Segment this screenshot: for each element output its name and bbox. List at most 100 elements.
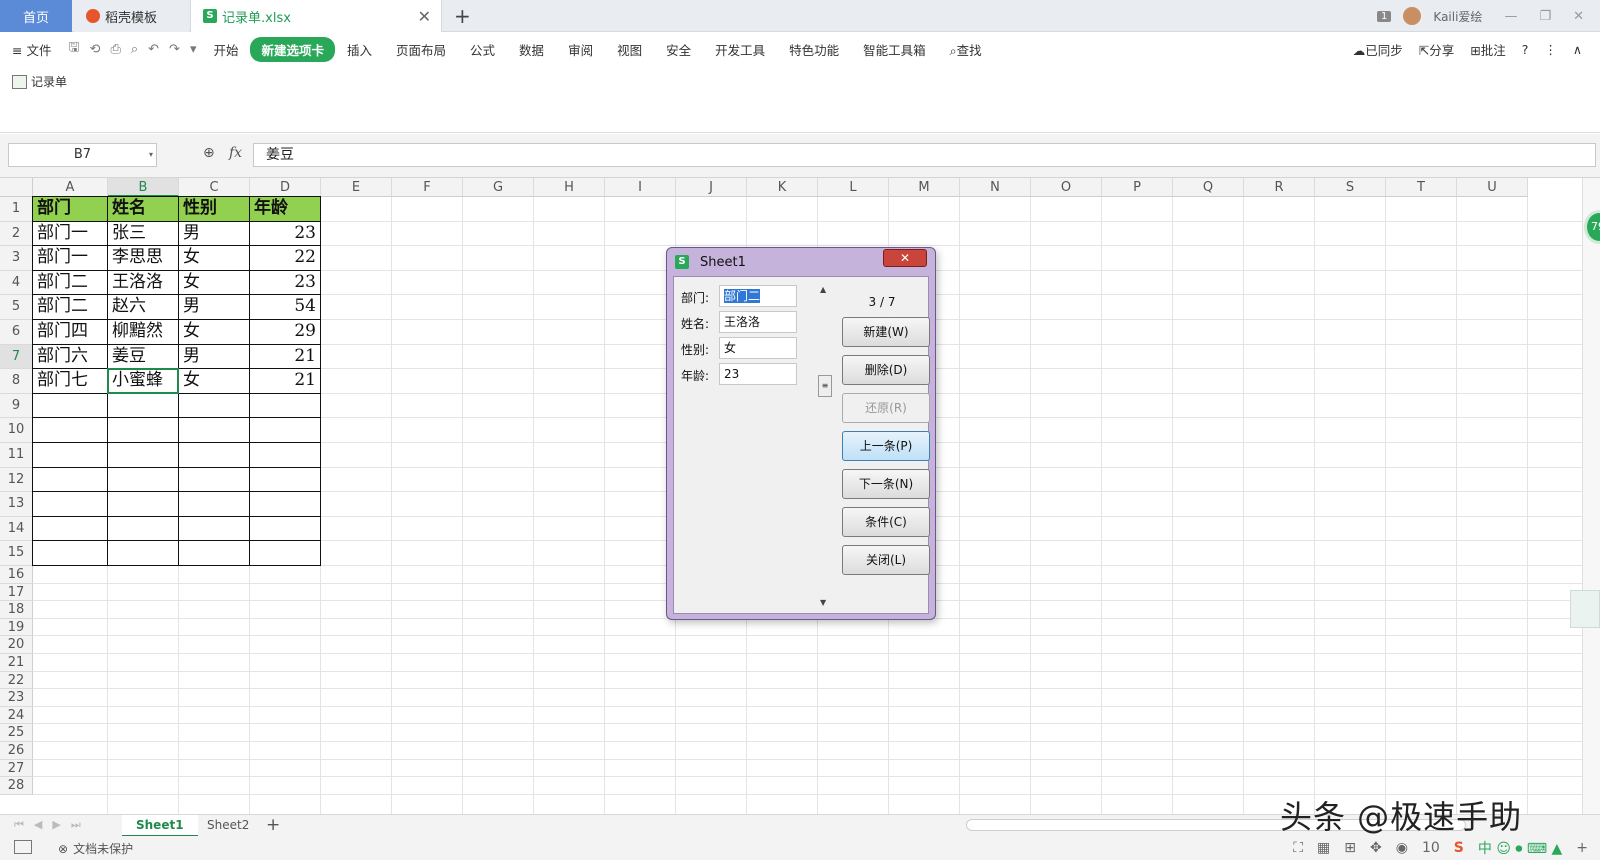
- tab-file[interactable]: S 记录单.xlsx ✕: [190, 0, 442, 32]
- row-header[interactable]: 22: [0, 671, 33, 690]
- data-cell[interactable]: 部门一: [33, 246, 107, 270]
- row-header[interactable]: 21: [0, 654, 33, 672]
- row-header[interactable]: 9: [0, 393, 33, 419]
- row-header[interactable]: 17: [0, 583, 33, 602]
- print-preview-icon[interactable]: ⌕: [126, 42, 143, 57]
- close-window-button[interactable]: ✕: [1573, 9, 1584, 24]
- column-header[interactable]: T: [1386, 178, 1457, 197]
- record-scrollbar[interactable]: ▲ ≡ ▼: [818, 285, 832, 607]
- data-cell[interactable]: 部门一: [33, 222, 107, 246]
- chevron-down-icon[interactable]: ▾: [149, 144, 153, 166]
- tab-formula[interactable]: 公式: [458, 40, 507, 59]
- scroll-thumb[interactable]: ≡: [818, 375, 832, 397]
- data-cell[interactable]: 男: [179, 295, 249, 319]
- header-cell[interactable]: 部门: [33, 197, 107, 221]
- eye-protect-icon[interactable]: ◉: [1396, 840, 1408, 856]
- row-header[interactable]: 28: [0, 777, 33, 795]
- data-cell[interactable]: 女: [179, 246, 249, 270]
- row-header[interactable]: 7: [0, 344, 33, 370]
- data-cell[interactable]: 54: [250, 295, 320, 319]
- row-header[interactable]: 25: [0, 724, 33, 742]
- sheet-nav-arrows[interactable]: ⏮◀▶⏭: [14, 818, 91, 832]
- data-cell[interactable]: 女: [179, 271, 249, 295]
- row-header[interactable]: 12: [0, 467, 33, 493]
- tab-data[interactable]: 数据: [507, 40, 556, 59]
- row-header[interactable]: 4: [0, 270, 33, 296]
- field-gender[interactable]: 女: [719, 337, 797, 359]
- data-cell[interactable]: 赵六: [108, 295, 178, 319]
- column-header[interactable]: J: [676, 178, 747, 197]
- sheet-tab-sheet1[interactable]: Sheet1: [122, 815, 198, 837]
- row-header[interactable]: 23: [0, 689, 33, 707]
- scroll-up-icon[interactable]: ▲: [820, 285, 826, 294]
- comment-button[interactable]: ⊞批注: [1470, 40, 1506, 59]
- tab-insert[interactable]: 插入: [335, 40, 384, 59]
- tab-special[interactable]: 特色功能: [777, 40, 851, 59]
- criteria-button[interactable]: 条件(C): [842, 507, 930, 537]
- row-header[interactable]: 14: [0, 516, 33, 542]
- tab-view[interactable]: 视图: [605, 40, 654, 59]
- row-header[interactable]: 8: [0, 369, 33, 394]
- avatar[interactable]: [1403, 7, 1422, 25]
- row-header[interactable]: 5: [0, 295, 33, 320]
- undo-icon[interactable]: ↶: [143, 42, 164, 57]
- user-name[interactable]: Kaili爱绘: [1433, 8, 1482, 25]
- tab-home[interactable]: 首页: [0, 0, 72, 32]
- zoom-level[interactable]: 10: [1422, 840, 1440, 856]
- column-header[interactable]: C: [179, 178, 250, 197]
- row-header[interactable]: 27: [0, 759, 33, 778]
- restore-button[interactable]: 还原(R): [842, 393, 930, 423]
- tab-developer[interactable]: 开发工具: [703, 40, 777, 59]
- column-header[interactable]: P: [1102, 178, 1173, 197]
- data-cell[interactable]: 柳黯然: [108, 320, 178, 344]
- data-cell[interactable]: 男: [179, 222, 249, 246]
- more-icon[interactable]: ⋮: [1544, 42, 1557, 57]
- row-header[interactable]: 15: [0, 541, 33, 566]
- data-cell[interactable]: 女: [179, 320, 249, 344]
- data-cell[interactable]: 王洛洛: [108, 271, 178, 295]
- row-header[interactable]: 2: [0, 221, 33, 247]
- previous-button[interactable]: 上一条(P): [842, 431, 930, 461]
- tab-start[interactable]: 开始: [201, 40, 250, 59]
- record-form-button[interactable]: 记录单: [12, 73, 67, 90]
- column-header[interactable]: B: [108, 178, 179, 197]
- column-header[interactable]: L: [818, 178, 889, 197]
- column-header[interactable]: K: [747, 178, 818, 197]
- column-header[interactable]: O: [1031, 178, 1102, 197]
- protect-status[interactable]: ⊗ 文档未保护: [58, 840, 133, 857]
- row-header[interactable]: 26: [0, 742, 33, 760]
- macro-icon[interactable]: [14, 840, 32, 854]
- header-cell[interactable]: 年龄: [250, 197, 320, 221]
- data-cell[interactable]: 22: [250, 246, 320, 270]
- zoom-in-icon[interactable]: +: [1576, 840, 1588, 856]
- sync-button[interactable]: ☁已同步: [1353, 40, 1403, 59]
- new-button[interactable]: 新建(W): [842, 317, 930, 347]
- new-tab-button[interactable]: +: [454, 4, 471, 28]
- sheet-tab-sheet2[interactable]: Sheet2: [193, 815, 263, 837]
- row-header[interactable]: 10: [0, 418, 33, 443]
- column-header[interactable]: G: [463, 178, 534, 197]
- data-cell[interactable]: 23: [250, 271, 320, 295]
- column-header[interactable]: U: [1457, 178, 1528, 197]
- row-header[interactable]: 6: [0, 320, 33, 345]
- data-cell[interactable]: 23: [250, 222, 320, 246]
- data-cell[interactable]: 21: [250, 369, 320, 393]
- row-header[interactable]: 11: [0, 443, 33, 468]
- row-header[interactable]: 18: [0, 601, 33, 619]
- input-method-icon[interactable]: S: [1454, 840, 1464, 856]
- name-box[interactable]: B7 ▾: [8, 143, 157, 167]
- tab-page-layout[interactable]: 页面布局: [384, 40, 458, 59]
- column-header[interactable]: M: [889, 178, 960, 197]
- customize-icon[interactable]: ▾: [185, 42, 202, 57]
- data-cell[interactable]: 男: [179, 345, 249, 369]
- row-header[interactable]: 20: [0, 636, 33, 654]
- data-cell[interactable]: 部门四: [33, 320, 107, 344]
- minimize-button[interactable]: —: [1504, 9, 1517, 24]
- column-header[interactable]: R: [1244, 178, 1315, 197]
- column-header[interactable]: F: [392, 178, 463, 197]
- ime-toolbar-icons[interactable]: 中 ☺ ⏺ ⌨ ▲: [1478, 838, 1562, 858]
- row-header[interactable]: 3: [0, 246, 33, 271]
- help-icon[interactable]: ?: [1522, 42, 1529, 57]
- restore-button[interactable]: ❐: [1539, 9, 1551, 24]
- field-name[interactable]: 王洛洛: [719, 311, 797, 333]
